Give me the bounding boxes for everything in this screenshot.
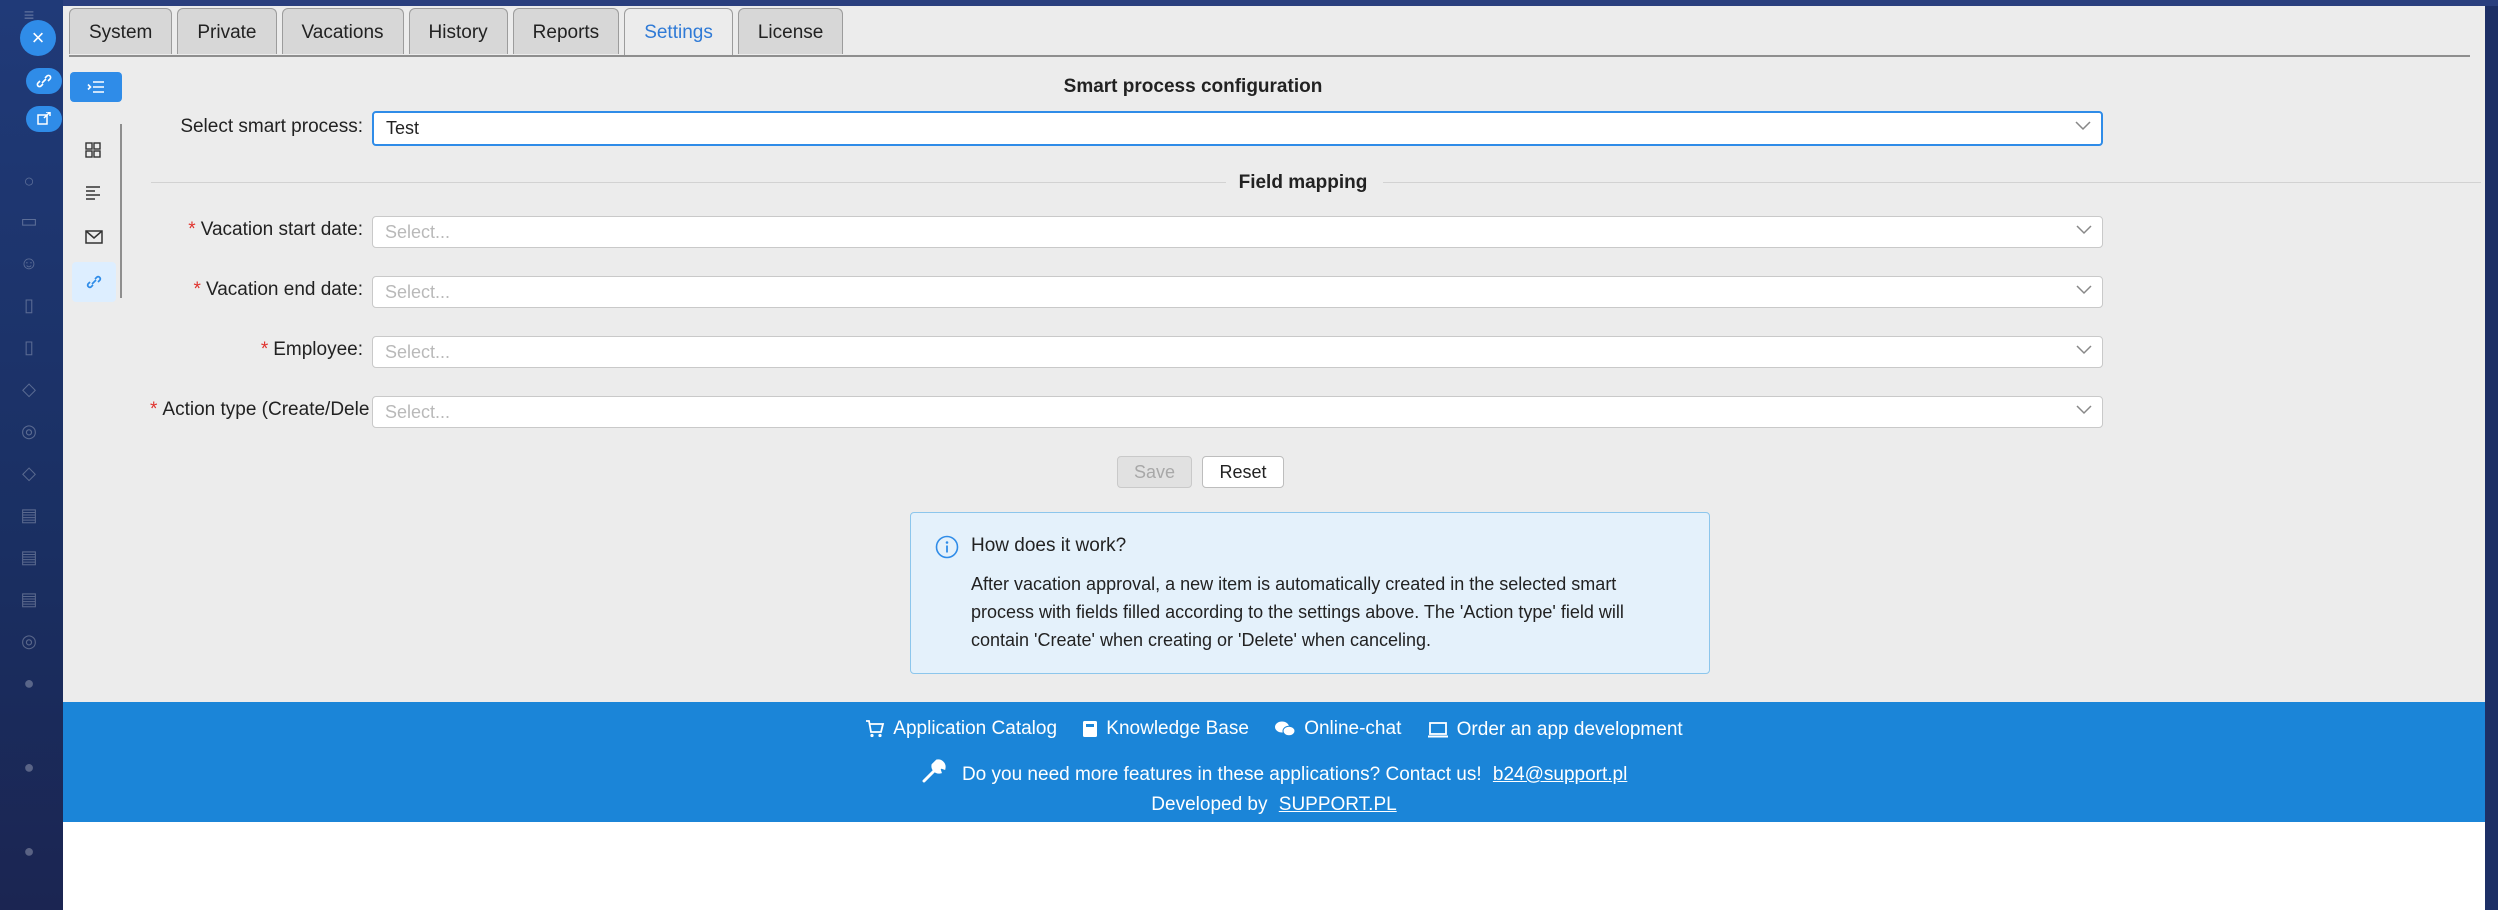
- developer-link[interactable]: SUPPORT.PL: [1279, 794, 1397, 815]
- employee-label: * Employee:: [260, 339, 363, 360]
- close-slider-button[interactable]: ×: [20, 20, 56, 56]
- link-label: Online-chat: [1304, 718, 1402, 739]
- footer: Application Catalog Knowledge Base Onlin…: [63, 702, 2485, 822]
- mail-icon: [85, 230, 103, 244]
- close-icon: ×: [31, 25, 45, 50]
- footer-links: Application Catalog Knowledge Base Onlin…: [63, 718, 2485, 744]
- external-link-icon: [37, 112, 51, 125]
- bg-nav-icon: ◎: [21, 631, 37, 651]
- placeholder: Select...: [385, 402, 451, 422]
- placeholder: Select...: [385, 222, 451, 242]
- vacation-end-label: * Vacation end date:: [193, 279, 363, 300]
- content-bottom: [63, 822, 2485, 910]
- chevron-down-icon: [2076, 225, 2092, 235]
- online-chat-link[interactable]: Online-chat: [1274, 718, 1401, 740]
- contact-text: Do you need more features in these appli…: [961, 764, 1482, 785]
- link-icon: [36, 74, 52, 88]
- vacation-start-label: * Vacation start date:: [188, 219, 363, 240]
- tab-bar: System Private Vacations History Reports…: [69, 8, 848, 57]
- menu-item-text[interactable]: [72, 174, 116, 214]
- chevron-down-icon: [2076, 285, 2092, 295]
- save-button[interactable]: Save: [1117, 456, 1192, 488]
- placeholder: Select...: [385, 282, 451, 302]
- tab-divider: [69, 55, 2470, 57]
- book-icon: [1083, 721, 1098, 737]
- tab-license[interactable]: License: [737, 8, 844, 54]
- divider: [1383, 182, 2481, 183]
- developed-by-text: Developed by: [1151, 794, 1268, 815]
- vacation-start-select[interactable]: Select...: [372, 216, 2103, 248]
- field-mapping-title: Field mapping: [1238, 172, 1368, 193]
- app-panel: System Private Vacations History Reports…: [63, 6, 2485, 910]
- bg-nav-icon: ●: [23, 841, 35, 861]
- smart-process-select[interactable]: Test: [372, 111, 2103, 146]
- background-sidebar: ≡ ○ ▭ ☺ ▯ ▯ ◇ ◎ ◇ ▤ ▤ ▤ ◎ ● ● ●: [0, 0, 63, 910]
- knowledge-base-link[interactable]: Knowledge Base: [1082, 718, 1249, 740]
- bg-nav-icon: ◇: [22, 463, 36, 483]
- link-label: Order an app development: [1456, 719, 1683, 740]
- chat-icon: [1275, 721, 1296, 737]
- cart-icon: [866, 720, 885, 738]
- chevron-down-icon: [2076, 345, 2092, 355]
- laptop-icon: [1427, 722, 1448, 738]
- selected-value: Test: [386, 118, 420, 138]
- bg-nav-icon: ☺: [19, 253, 39, 273]
- bg-nav-icon: ●: [23, 673, 35, 693]
- bg-nav-icon: ◇: [22, 379, 36, 399]
- bg-nav-icon: ▭: [20, 211, 38, 231]
- action-type-label: * Action type (Create/Dele: [150, 399, 370, 420]
- divider: [151, 182, 1226, 183]
- tab-settings[interactable]: Settings: [624, 8, 733, 57]
- menu-item-mail[interactable]: [72, 218, 116, 258]
- tab-system[interactable]: System: [69, 8, 173, 54]
- order-app-development-link[interactable]: Order an app development: [1427, 719, 1683, 741]
- chevron-down-icon: [2075, 121, 2091, 131]
- copy-link-button[interactable]: [26, 68, 62, 94]
- tab-vacations[interactable]: Vacations: [281, 8, 404, 54]
- vacation-end-select[interactable]: Select...: [372, 276, 2103, 308]
- open-new-window-button[interactable]: [26, 106, 62, 132]
- employee-select[interactable]: Select...: [372, 336, 2103, 368]
- indent-list-icon: [87, 81, 104, 93]
- info-text: After vacation approval, a new item is a…: [971, 574, 1624, 650]
- tab-reports[interactable]: Reports: [512, 8, 620, 54]
- menu-toggle-button[interactable]: [70, 72, 122, 102]
- bg-nav-icon: ◎: [21, 421, 37, 441]
- bg-nav-icon: ●: [23, 757, 35, 777]
- info-box: How does it work? After vacation approva…: [910, 512, 1710, 674]
- bg-nav-icon: ▤: [20, 547, 38, 567]
- wrench-icon: [922, 759, 946, 783]
- menu-item-apps[interactable]: [72, 130, 116, 170]
- menu-divider: [120, 124, 122, 298]
- reset-button[interactable]: Reset: [1202, 456, 1284, 488]
- action-type-select[interactable]: Select...: [372, 396, 2103, 428]
- bg-nav-icon: ▤: [20, 505, 38, 525]
- bg-nav-icon: ▯: [24, 295, 34, 315]
- info-title: How does it work?: [971, 535, 1127, 556]
- align-left-icon: [86, 186, 100, 200]
- bg-nav-icon: ▯: [24, 337, 34, 357]
- grid-icon: [85, 142, 101, 158]
- select-smart-process-label: Select smart process:: [180, 116, 363, 137]
- bg-nav-icon: ▤: [20, 589, 38, 609]
- link-label: Application Catalog: [893, 718, 1058, 739]
- placeholder: Select...: [385, 342, 451, 362]
- bg-nav-icon: ○: [23, 171, 35, 191]
- chevron-down-icon: [2076, 405, 2092, 415]
- link-label: Knowledge Base: [1106, 718, 1249, 739]
- footer-contact: Do you need more features in these appli…: [63, 758, 2485, 786]
- menu-item-integration[interactable]: [72, 262, 116, 302]
- smart-process-title: Smart process configuration: [1063, 76, 1323, 97]
- link-icon: [86, 275, 102, 289]
- background-edge: [2485, 6, 2498, 910]
- contact-email-link[interactable]: b24@support.pl: [1493, 764, 1627, 785]
- tab-private[interactable]: Private: [177, 8, 277, 54]
- footer-developer: Developed by SUPPORT.PL: [63, 794, 2485, 816]
- application-catalog-link[interactable]: Application Catalog: [865, 718, 1057, 740]
- tab-history[interactable]: History: [408, 8, 508, 54]
- info-icon: [935, 535, 959, 559]
